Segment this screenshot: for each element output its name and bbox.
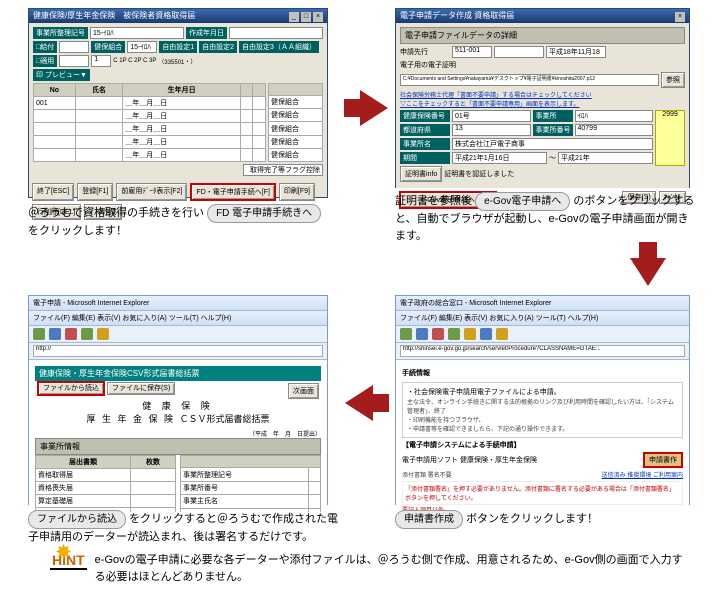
v2[interactable] xyxy=(229,27,323,39)
fav-icon[interactable] xyxy=(496,328,508,340)
close-icon[interactable]: × xyxy=(675,12,685,22)
min-icon[interactable]: _ xyxy=(289,12,299,22)
step3-menu[interactable]: ファイル(F) 編集(E) 表示(V) お気に入り(A) ツール(T) ヘルプ(… xyxy=(396,311,689,326)
l7: 健保組合 xyxy=(91,41,125,53)
table-row: ＿年＿月＿日 xyxy=(34,149,266,162)
l2: 作成年月日 xyxy=(186,27,227,39)
exit-button[interactable]: 終了[ESC] xyxy=(32,183,74,201)
table-row: 001＿年＿月＿日 xyxy=(34,97,266,110)
prev-button[interactable]: 前雇用ﾃﾞｰﾀ表示[F2] xyxy=(116,183,187,201)
stop-icon[interactable] xyxy=(432,328,444,340)
table-row: ＿年＿月＿日 xyxy=(34,110,266,123)
browse-button[interactable]: 参照 xyxy=(661,72,685,88)
step2-title: 電子申請データ作成 資格取得届 xyxy=(400,9,514,23)
step1-titlebar: 健康保険/厚生年金保険 被保険者資格取得届 _□× xyxy=(29,9,327,23)
arrow-left-icon xyxy=(345,385,373,421)
file-load-button[interactable]: ファイルから読込 xyxy=(37,381,105,396)
step4-caption: ファイルから読込 をクリックすると＠ろうむで作成された電子申請用のデーターが読込… xyxy=(28,510,348,546)
step4-content: 健康保険・厚生年金保険CSV形式届書総括票 ファイルから読込 ファイルに保存(S… xyxy=(29,360,327,512)
back-icon[interactable] xyxy=(33,328,45,340)
close-icon[interactable]: × xyxy=(313,12,323,22)
window-controls: _□× xyxy=(287,9,323,23)
yellow-box: 2999 xyxy=(655,110,685,166)
step3-content: 手続情報 ・社会保険電子申請用電子ファイルによる申請。 主な法令、オンライン手続… xyxy=(396,360,689,512)
l9: 自由設定2 xyxy=(199,41,237,53)
step2-window: 電子申請データ作成 資格取得届 × 電子申請ファイルデータの詳細 申請先行 51… xyxy=(395,8,690,188)
arrow-right-icon xyxy=(360,90,388,126)
step2-pill: e-Gov電子申請へ xyxy=(475,192,570,211)
refresh-icon[interactable] xyxy=(81,328,93,340)
fd-eapply-button[interactable]: FD・電子申請手続へ[F] xyxy=(190,183,276,201)
step3-titlebar: 電子政府の総合窓口 - Microsoft Internet Explorer xyxy=(396,296,689,311)
refresh-icon[interactable] xyxy=(448,328,460,340)
l1: 事業所整理記号 xyxy=(33,27,88,39)
step1-pill: FD 電子申請手続きへ xyxy=(207,204,321,223)
step3-pill: 申請書作成 xyxy=(395,510,463,529)
hint-row: ✸HINT e-Govの電子申請に必要な各データーや添付ファイルは、＠ろうむ側で… xyxy=(50,552,690,585)
v1[interactable]: 15-ｲﾛﾊ xyxy=(90,27,184,39)
home-icon[interactable] xyxy=(464,328,476,340)
l8: 自由設定1 xyxy=(159,41,197,53)
hint-icon: ✸HINT xyxy=(50,552,87,568)
l10: 自由設定3（ＡＡ組織） xyxy=(239,41,319,53)
home-icon[interactable] xyxy=(97,328,109,340)
step1-title: 健康保険/厚生年金保険 被保険者資格取得届 xyxy=(33,9,195,23)
l6: □適用 xyxy=(33,55,57,67)
save-button[interactable]: 登録[F1] xyxy=(77,183,113,201)
step4-menu[interactable]: ファイル(F) 編集(E) 表示(V) お気に入り(A) ツール(T) ヘルプ(… xyxy=(29,311,327,326)
fwd-icon[interactable] xyxy=(416,328,428,340)
step1-window: 健康保険/厚生年金保険 被保険者資格取得届 _□× 事業所整理記号15-ｲﾛﾊ … xyxy=(28,8,328,198)
l5: □給付 xyxy=(33,41,57,53)
step1-table: No氏名生年月日 001＿年＿月＿日 ＿年＿月＿日 ＿年＿月＿日 ＿年＿月＿日 … xyxy=(33,83,266,162)
next-button[interactable]: 次画面 xyxy=(288,383,319,399)
arrow-down-icon xyxy=(630,258,666,286)
ie-toolbar xyxy=(396,326,689,343)
step1-form: 事業所整理記号15-ｲﾛﾊ 作成年月日 □給付 健保組合 15-ｲﾛﾊ 自由設定… xyxy=(29,23,327,180)
step3-window: 電子政府の総合窓口 - Microsoft Internet Explorer … xyxy=(395,295,690,505)
stop-icon[interactable] xyxy=(65,328,77,340)
print-button[interactable]: 印刷[F9] xyxy=(279,183,315,201)
back-icon[interactable] xyxy=(400,328,412,340)
table-row: ＿年＿月＿日 xyxy=(34,123,266,136)
search-icon[interactable] xyxy=(480,328,492,340)
url-input[interactable]: http://shinsei.e-gov.go.jp/search/servle… xyxy=(400,345,685,357)
file-save-button[interactable]: ファイルに保存(S) xyxy=(107,382,175,395)
fwd-icon[interactable] xyxy=(49,328,61,340)
step3-caption: 申請書作成 ボタンをクリックします！ xyxy=(395,510,695,529)
url-input[interactable]: http:// xyxy=(33,345,323,357)
hint-text: e-Govの電子申請に必要な各データーや添付ファイルは、＠ろうむ側で作成、用意さ… xyxy=(95,552,690,585)
step4-titlebar: 電子申請 - Microsoft Internet Explorer xyxy=(29,296,327,311)
v3[interactable]: 15-ｲﾛﾊ xyxy=(127,41,157,53)
create-form-button[interactable]: 申請書作 xyxy=(643,452,683,468)
max-icon[interactable]: □ xyxy=(301,12,311,22)
step4-window: 電子申請 - Microsoft Internet Explorer ファイル(… xyxy=(28,295,328,505)
info-button[interactable]: 証明書info xyxy=(400,166,442,182)
step2-titlebar: 電子申請データ作成 資格取得届 × xyxy=(396,9,689,23)
step4-pill: ファイルから読込 xyxy=(28,510,126,529)
step1-caption: ＠ろうむで資格取得の手続きを行い FD 電子申請手続きへ をクリックします！ xyxy=(28,204,338,240)
step2-caption: 証明書を参照後 e-Gov電子申請へ のボタンをクリックすると、自動でブラウザが… xyxy=(395,192,695,244)
step2-body: 電子申請ファイルデータの詳細 申請先行 511-001 平成18年11月18 電… xyxy=(396,23,689,188)
table-row: ＿年＿月＿日 xyxy=(34,136,266,149)
